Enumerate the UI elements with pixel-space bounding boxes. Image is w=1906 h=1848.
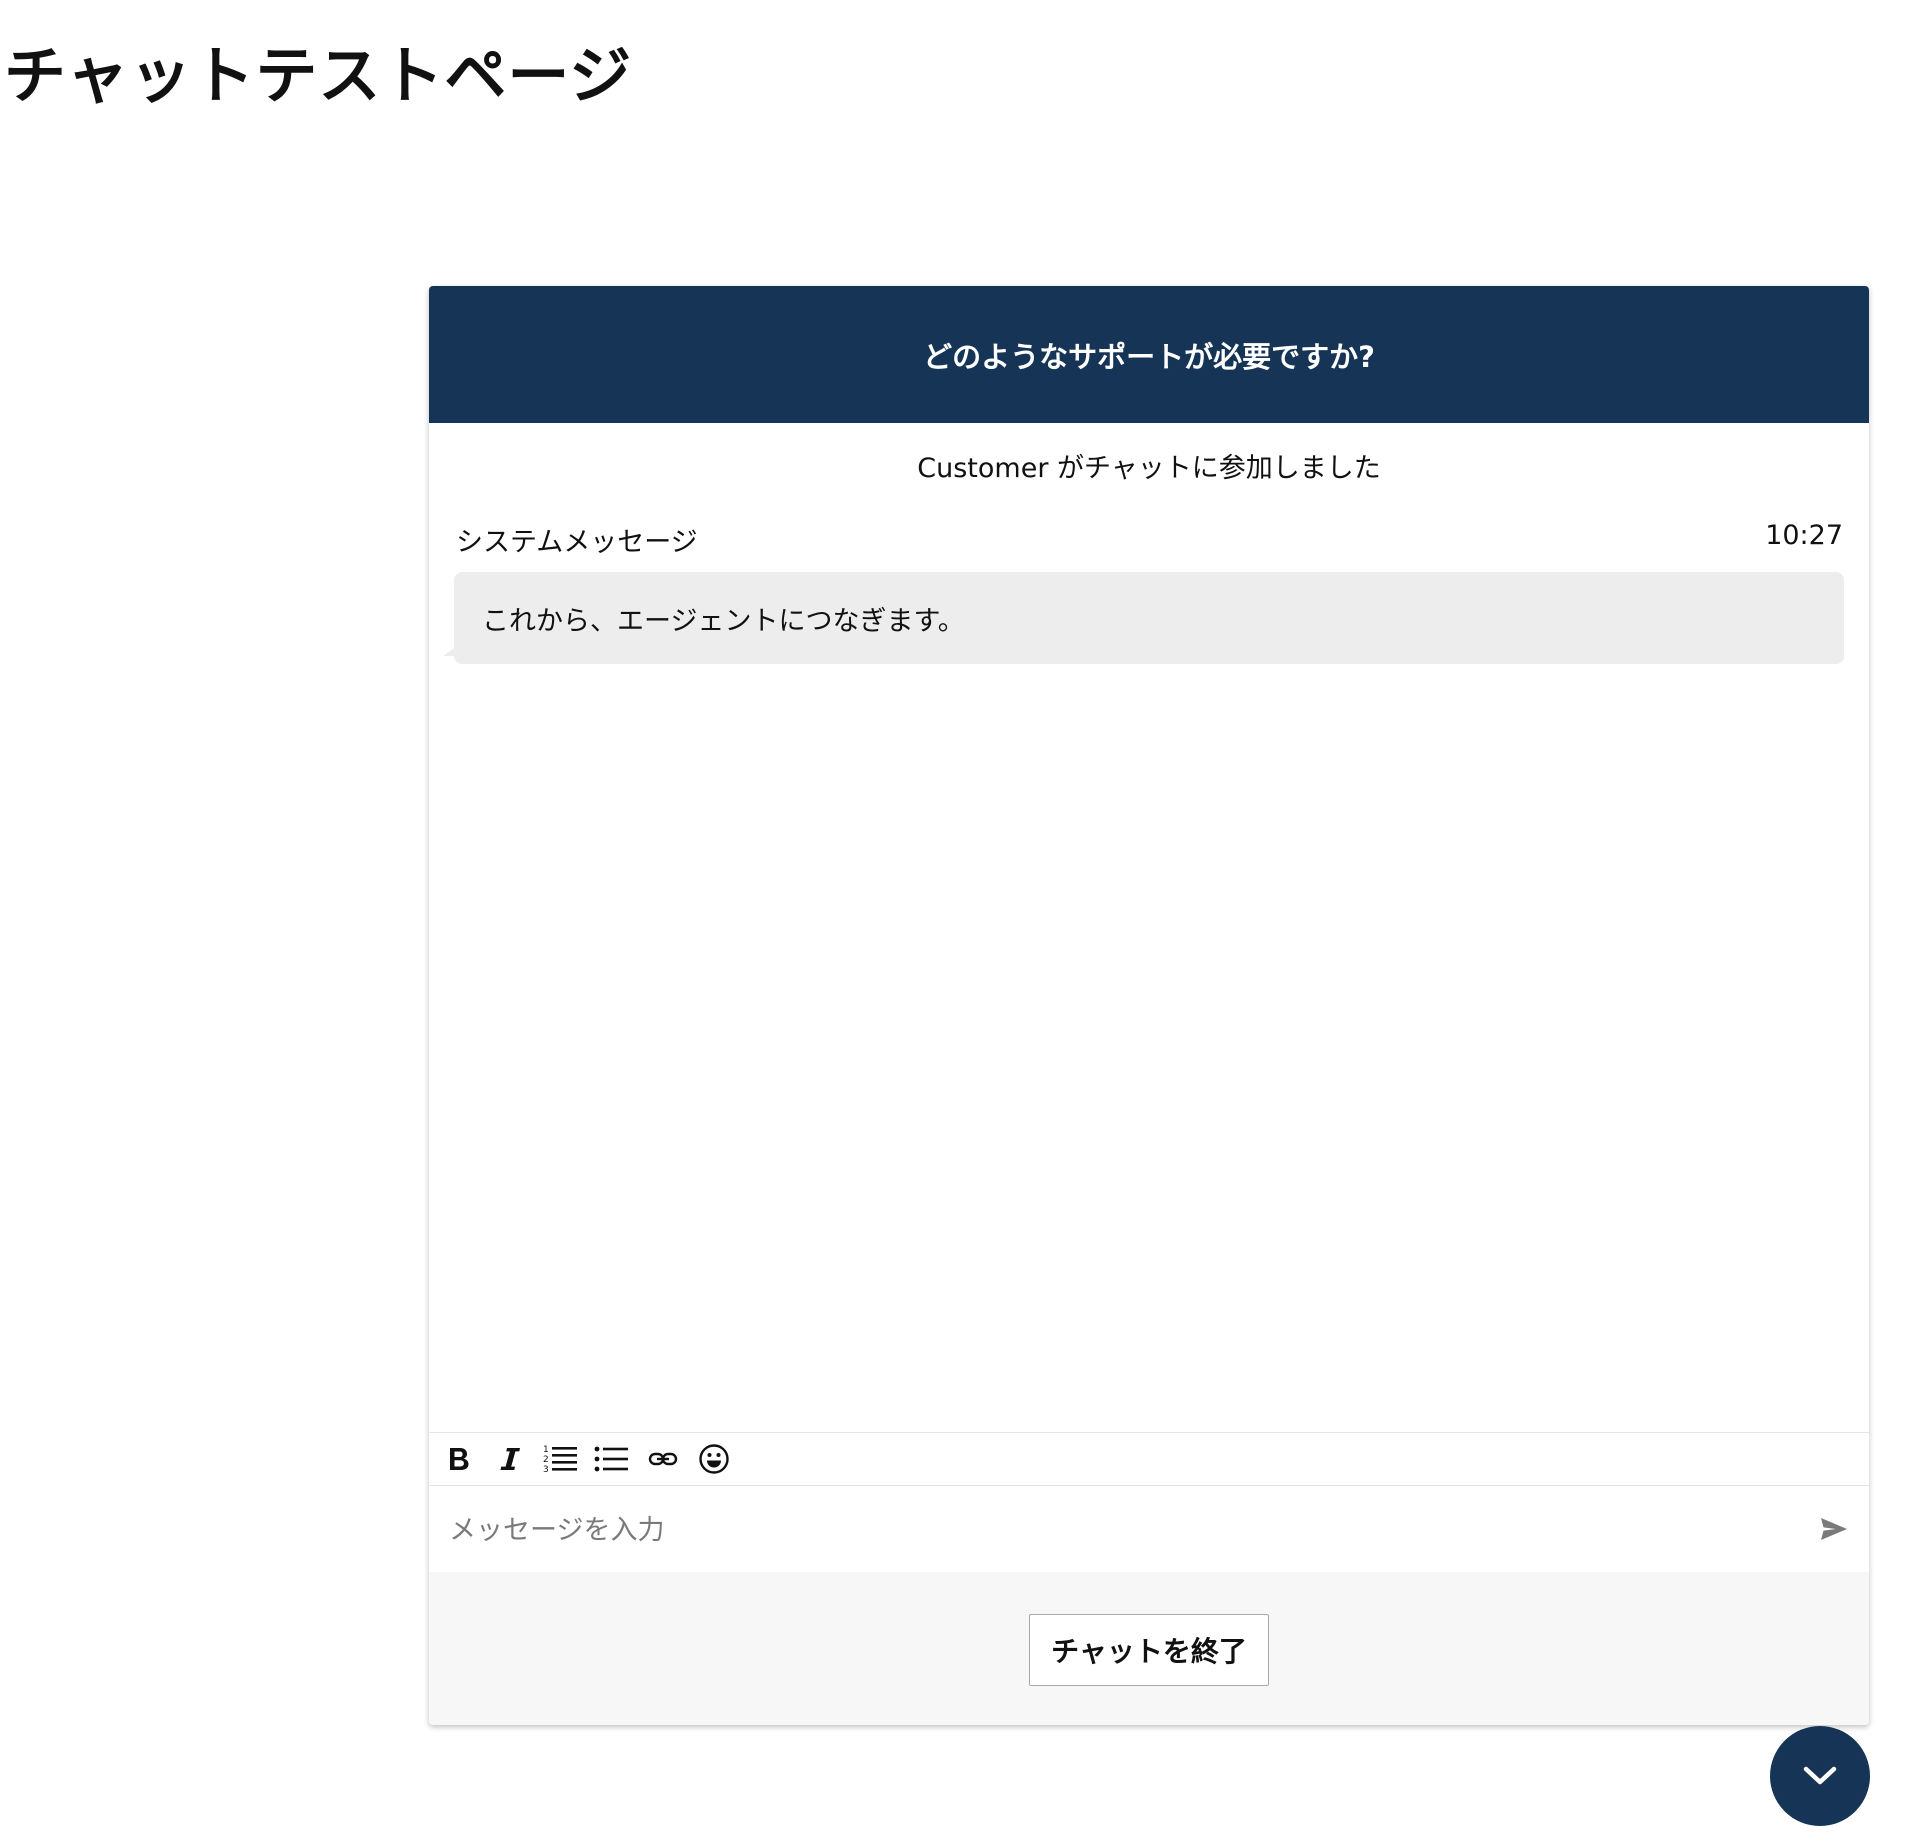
chat-header-title: どのようなサポートが必要ですか? [923, 339, 1375, 374]
bulleted-list-icon[interactable] [594, 1441, 630, 1477]
end-chat-button[interactable]: チャットを終了 [1029, 1614, 1269, 1686]
chat-footer: チャットを終了 [429, 1572, 1869, 1725]
formatting-toolbar: 1 2 3 [429, 1432, 1869, 1486]
italic-icon[interactable] [492, 1441, 528, 1477]
page-title: チャットテストページ [4, 39, 633, 112]
message-meta: システムメッセージ 10:27 [456, 520, 1843, 559]
svg-text:2: 2 [543, 1455, 549, 1465]
message-bubble: これから、エージェントにつなぎます。 [454, 572, 1844, 664]
chat-widget: どのようなサポートが必要ですか? Customer がチャットに参加しました シ… [429, 286, 1869, 1725]
message-composer [429, 1486, 1869, 1572]
message-input[interactable] [447, 1504, 1751, 1556]
send-icon[interactable] [1814, 1512, 1854, 1546]
link-icon[interactable] [645, 1441, 681, 1477]
message-timestamp: 10:27 [1765, 520, 1843, 551]
chevron-down-icon [1803, 1766, 1837, 1785]
chat-header: どのようなサポートが必要ですか? [429, 286, 1869, 423]
minimize-chat-button[interactable] [1770, 1726, 1870, 1826]
message-text: これから、エージェントにつなぎます。 [482, 605, 965, 637]
bold-icon[interactable] [441, 1441, 477, 1477]
participant-joined-notice: Customer がチャットに参加しました [917, 453, 1381, 484]
numbered-list-icon[interactable]: 1 2 3 [543, 1441, 579, 1477]
emoji-icon[interactable] [696, 1441, 732, 1477]
svg-text:1: 1 [543, 1445, 549, 1455]
message-sender: システムメッセージ [456, 527, 698, 558]
svg-text:3: 3 [543, 1465, 549, 1475]
